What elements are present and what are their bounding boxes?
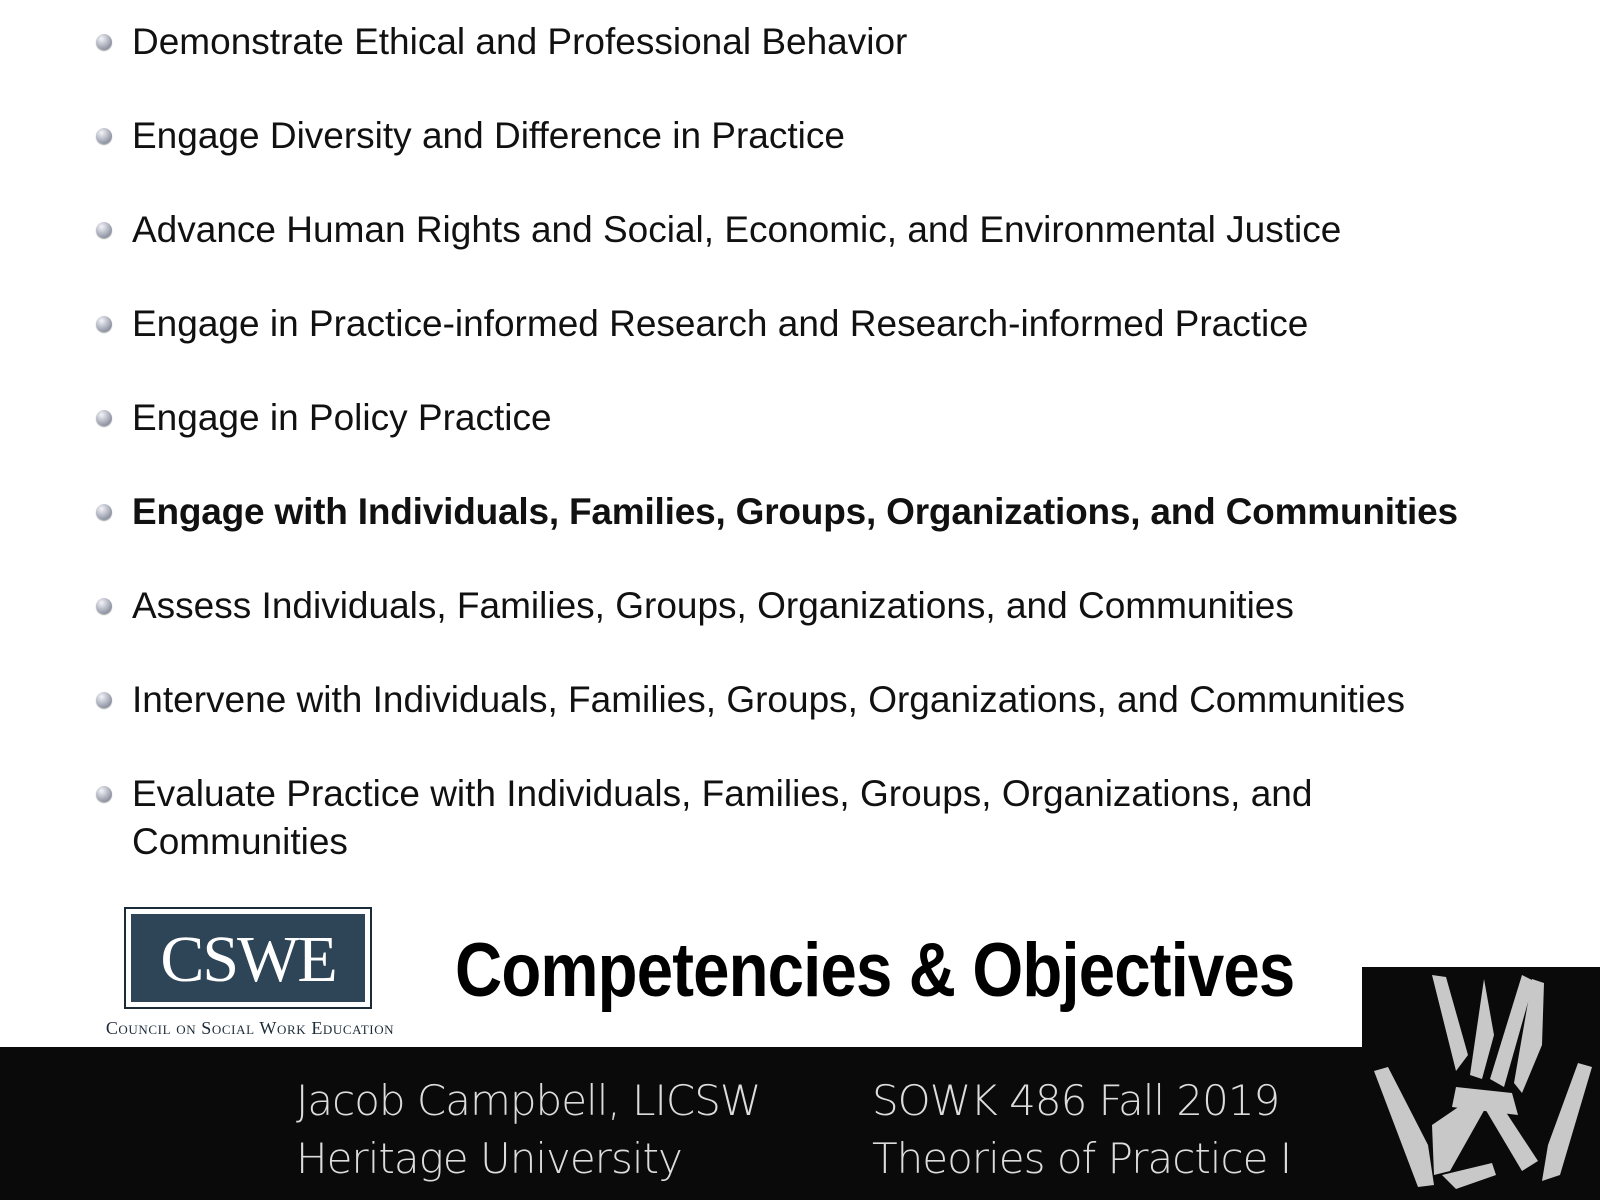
bullet-icon <box>96 598 112 614</box>
cswe-logo-panel: CSWE <box>131 914 365 1002</box>
footer-right-block: SOWK 486 Fall 2019 Theories of Practice … <box>872 1072 1292 1188</box>
bullet-icon <box>96 316 112 332</box>
competency-list: Demonstrate Ethical and Professional Beh… <box>96 18 1586 880</box>
competency-item-4: Engage in Practice-informed Research and… <box>96 300 1586 394</box>
competency-text: Demonstrate Ethical and Professional Beh… <box>132 21 908 62</box>
cswe-logo-caption: Council on Social Work Education <box>105 1018 395 1038</box>
multitool-logo-icon <box>1374 975 1592 1189</box>
bullet-icon <box>96 222 112 238</box>
footer-author: Jacob Campbell, LICSW <box>296 1076 761 1125</box>
cswe-logo: CSWE <box>124 907 372 1009</box>
footer-institution: Heritage University <box>296 1134 683 1183</box>
competency-text: Engage with Individuals, Families, Group… <box>132 491 1458 532</box>
competency-item-6-highlighted: Engage with Individuals, Families, Group… <box>96 488 1586 582</box>
competency-text: Engage Diversity and Difference in Pract… <box>132 115 845 156</box>
competency-text: Intervene with Individuals, Families, Gr… <box>132 679 1405 720</box>
competency-text: Assess Individuals, Families, Groups, Or… <box>132 585 1294 626</box>
competency-text: Engage in Policy Practice <box>132 397 552 438</box>
competency-text: Engage in Practice-informed Research and… <box>132 303 1309 344</box>
slide-title: Competencies & Objectives <box>455 928 1295 1013</box>
slide: Demonstrate Ethical and Professional Beh… <box>0 0 1600 1200</box>
competency-item-3: Advance Human Rights and Social, Economi… <box>96 206 1586 300</box>
footer-course: SOWK 486 Fall 2019 <box>872 1076 1280 1125</box>
bullet-icon <box>96 692 112 708</box>
footer-left-block: Jacob Campbell, LICSW Heritage Universit… <box>296 1072 761 1188</box>
competency-text: Advance Human Rights and Social, Economi… <box>132 209 1342 250</box>
competency-item-2: Engage Diversity and Difference in Pract… <box>96 112 1586 206</box>
bullet-icon <box>96 786 112 802</box>
bullet-icon <box>96 128 112 144</box>
competency-item-8: Intervene with Individuals, Families, Gr… <box>96 676 1586 770</box>
competency-text: Evaluate Practice with Individuals, Fami… <box>132 773 1313 862</box>
competency-item-5: Engage in Policy Practice <box>96 394 1586 488</box>
competency-item-7: Assess Individuals, Families, Groups, Or… <box>96 582 1586 676</box>
bullet-icon <box>96 504 112 520</box>
cswe-logo-letters: CSWE <box>160 923 337 996</box>
competency-item-1: Demonstrate Ethical and Professional Beh… <box>96 18 1586 112</box>
competency-item-9: Evaluate Practice with Individuals, Fami… <box>96 770 1586 880</box>
bullet-icon <box>96 410 112 426</box>
footer-bar <box>0 1047 1600 1200</box>
bullet-icon <box>96 34 112 50</box>
footer-course-title: Theories of Practice I <box>872 1134 1292 1183</box>
